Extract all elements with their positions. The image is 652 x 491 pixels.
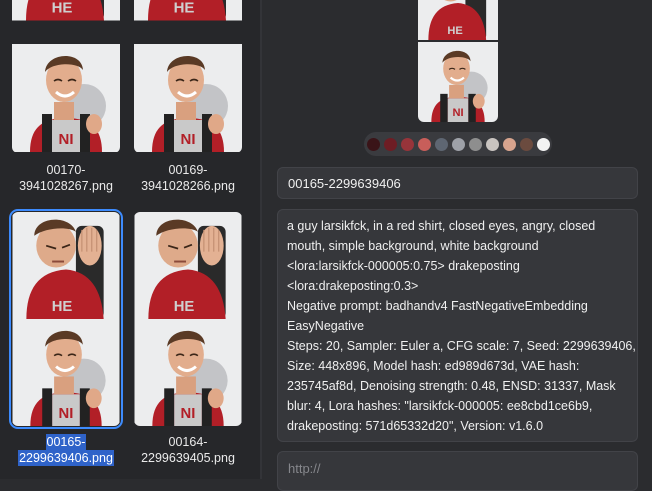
url-input[interactable]: http:// [277, 451, 638, 491]
gallery-caption[interactable]: 00164- 2299639405.png [128, 434, 248, 466]
color-palette [364, 132, 552, 156]
gallery-caption[interactable]: 00169- 3941028266.png [128, 162, 248, 194]
filename-field[interactable]: 00165-2299639406 [277, 167, 638, 199]
prompt-line: blur: 4, Lora hashes: "larsikfck-000005:… [287, 399, 593, 413]
gallery-thumbnail[interactable] [134, 0, 242, 153]
caption-line1: 00164- [168, 435, 208, 449]
color-swatch[interactable] [451, 137, 465, 151]
color-swatch[interactable] [434, 137, 448, 151]
gallery-thumbnail[interactable] [12, 0, 120, 153]
color-swatch[interactable] [400, 137, 414, 151]
prompt-line: mouth, simple background, white backgrou… [287, 239, 539, 253]
prompt-line: <lora:larsikfck-000005:0.75> drakepostin… [287, 259, 520, 273]
prompt-line: <lora:drakeposting:0.3> [287, 279, 419, 293]
url-placeholder: http:// [288, 461, 321, 476]
caption-line2: 3941028266.png [141, 179, 235, 193]
gallery-thumbnail[interactable] [134, 212, 242, 426]
color-swatch[interactable] [366, 137, 380, 151]
color-swatch[interactable] [502, 137, 516, 151]
generation-parameters-field[interactable]: a guy larsikfck, in a red shirt, closed … [277, 209, 638, 442]
prompt-line: 235745af8d, Denoising strength: 0.48, EN… [287, 379, 616, 393]
prompt-line: Steps: 20, Sampler: Euler a, CFG scale: … [287, 339, 636, 353]
color-swatch[interactable] [536, 137, 550, 151]
pane-divider[interactable] [260, 0, 262, 479]
color-swatch[interactable] [383, 137, 397, 151]
gallery-caption[interactable]: 00170- 3941028267.png [6, 162, 126, 194]
filename-text: 00165-2299639406 [288, 176, 401, 191]
prompt-line: EasyNegative [287, 319, 365, 333]
image-preview[interactable] [418, 0, 498, 122]
caption-line2: 2299639406.png [18, 450, 114, 466]
caption-line1: 00170- [46, 163, 86, 177]
color-swatch[interactable] [519, 137, 533, 151]
caption-line1: 00165- [45, 434, 87, 450]
prompt-line: a guy larsikfck, in a red shirt, closed … [287, 219, 596, 233]
prompt-line: Size: 448x896, Model hash: ed989d673d, V… [287, 359, 580, 373]
prompt-line: drakeposting: 571d65332d20", Version: v1… [287, 419, 544, 433]
color-swatch[interactable] [468, 137, 482, 151]
color-swatch[interactable] [417, 137, 431, 151]
caption-line1: 00169- [168, 163, 208, 177]
gallery-thumbnail-selected[interactable] [9, 209, 123, 429]
caption-line2: 2299639405.png [141, 451, 235, 465]
color-swatch[interactable] [485, 137, 499, 151]
gallery-caption-selected[interactable]: 00165- 2299639406.png [6, 434, 126, 466]
prompt-line: Negative prompt: badhandv4 FastNegativeE… [287, 299, 588, 313]
caption-line2: 3941028267.png [19, 179, 113, 193]
